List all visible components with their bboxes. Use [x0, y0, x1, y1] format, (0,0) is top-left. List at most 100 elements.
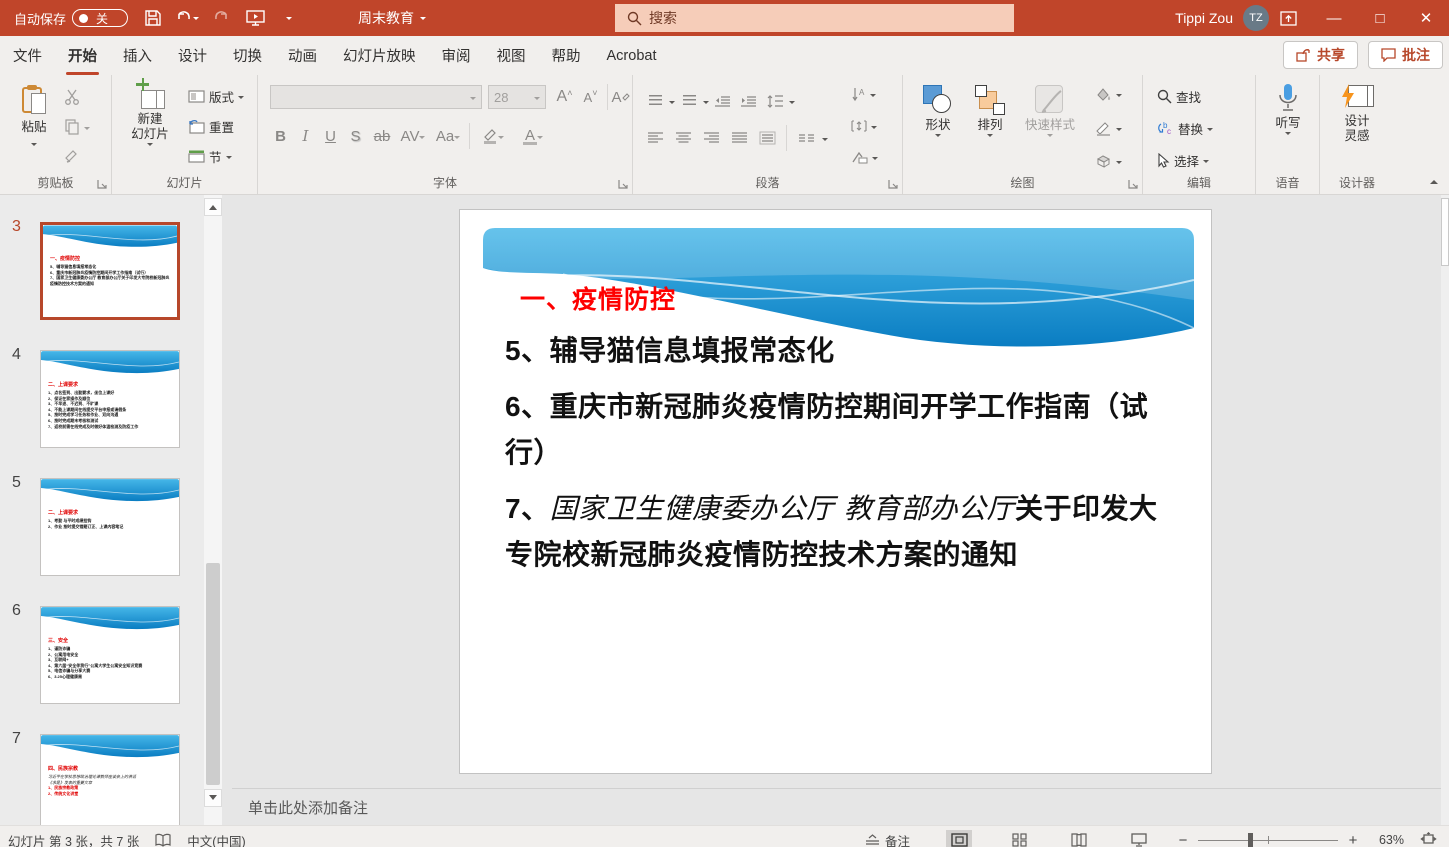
- slide-thumbnail-5[interactable]: 二、上课要求 1、考勤 与平时成绩挂钩 2、作业 按时提交错题订正、上课内容笔记: [40, 478, 180, 576]
- layout-button[interactable]: 版式: [188, 87, 244, 106]
- tab-insert[interactable]: 插入: [111, 36, 164, 75]
- reset-button[interactable]: 重置: [188, 117, 234, 136]
- align-left-button[interactable]: [643, 126, 667, 150]
- autosave-control[interactable]: 自动保存 关: [0, 0, 136, 36]
- find-button[interactable]: 查找: [1157, 87, 1201, 106]
- dictate-button[interactable]: 听写: [1264, 83, 1312, 138]
- italic-button[interactable]: I: [293, 124, 318, 148]
- spellcheck-book-icon[interactable]: [155, 833, 171, 847]
- clipboard-dialog-launcher[interactable]: [96, 178, 108, 190]
- slide-canvas[interactable]: 一、疫情防控 5、辅导猫信息填报常态化 6、重庆市新冠肺炎疫情防控期间开学工作指…: [460, 210, 1211, 773]
- character-spacing-button[interactable]: AV: [396, 124, 430, 148]
- tab-file[interactable]: 文件: [1, 36, 54, 75]
- align-text-button[interactable]: [851, 119, 877, 133]
- align-right-button[interactable]: [699, 126, 723, 150]
- line-spacing-button[interactable]: [763, 89, 787, 113]
- shrink-font-button[interactable]: A˅: [578, 85, 603, 109]
- scroll-down-button[interactable]: [204, 789, 222, 807]
- clear-formatting-button[interactable]: A: [608, 85, 633, 109]
- zoom-slider[interactable]: [1198, 830, 1338, 847]
- start-slideshow-button[interactable]: [238, 0, 272, 36]
- thumbnail-scrollbar[interactable]: [204, 195, 222, 825]
- tab-view[interactable]: 视图: [485, 36, 538, 75]
- paste-button[interactable]: 粘贴: [12, 85, 56, 149]
- ribbon-display-options-button[interactable]: [1265, 0, 1311, 36]
- comments-button[interactable]: 批注: [1368, 41, 1443, 69]
- format-painter-button[interactable]: [64, 149, 80, 165]
- underline-button[interactable]: U: [318, 124, 343, 148]
- copy-button[interactable]: [64, 119, 90, 135]
- text-shadow-button[interactable]: S: [343, 124, 368, 148]
- zoom-in-button[interactable]: +: [1346, 832, 1360, 847]
- font-size-combo[interactable]: 28: [488, 85, 546, 109]
- fit-to-window-button[interactable]: [1412, 832, 1445, 847]
- undo-button[interactable]: [170, 0, 204, 36]
- columns-button[interactable]: [794, 126, 818, 150]
- bullets-button[interactable]: [643, 89, 667, 113]
- select-button[interactable]: 选择: [1157, 151, 1209, 170]
- font-dialog-launcher[interactable]: [617, 178, 629, 190]
- distribute-button[interactable]: [755, 126, 779, 150]
- increase-indent-button[interactable]: [737, 89, 761, 113]
- scrollbar-thumb[interactable]: [206, 563, 220, 785]
- document-title[interactable]: 周末教育: [358, 8, 426, 28]
- tab-home[interactable]: 开始: [56, 36, 109, 75]
- zoom-out-button[interactable]: −: [1176, 832, 1190, 847]
- font-color-button[interactable]: A: [513, 124, 553, 148]
- shape-effects-button[interactable]: [1095, 155, 1122, 168]
- justify-button[interactable]: [727, 126, 751, 150]
- zoom-level[interactable]: 63%: [1368, 833, 1404, 847]
- tab-slideshow[interactable]: 幻灯片放映: [331, 36, 428, 75]
- slide-thumbnail-7[interactable]: 四、民族宗教 习近平在学校思想政治理论课教师座谈会上的讲话 《求是》发表的重要文…: [40, 734, 180, 825]
- strikethrough-button[interactable]: ab: [368, 124, 396, 148]
- slide-sorter-view-button[interactable]: [1006, 830, 1032, 847]
- tab-help[interactable]: 帮助: [540, 36, 593, 75]
- scroll-up-button[interactable]: [204, 198, 222, 216]
- collapse-ribbon-button[interactable]: [1427, 178, 1441, 190]
- cut-button[interactable]: [64, 89, 80, 105]
- design-ideas-button[interactable]: 设计灵感: [1330, 83, 1384, 144]
- customize-qat-button[interactable]: [272, 0, 306, 36]
- shape-outline-button[interactable]: [1095, 121, 1122, 136]
- slide-title[interactable]: 一、疫情防控: [520, 280, 676, 316]
- autosave-toggle[interactable]: 关: [72, 9, 128, 27]
- scrollbar-thumb[interactable]: [1441, 198, 1449, 266]
- language-indicator[interactable]: 中文(中国): [187, 831, 245, 847]
- zoom-slider-thumb[interactable]: [1248, 833, 1253, 847]
- tab-acrobat[interactable]: Acrobat: [595, 36, 669, 75]
- redo-button[interactable]: [204, 0, 238, 36]
- tab-design[interactable]: 设计: [166, 36, 219, 75]
- normal-view-button[interactable]: [946, 830, 972, 847]
- change-case-button[interactable]: Aa: [430, 124, 466, 148]
- shape-fill-button[interactable]: [1095, 87, 1122, 102]
- new-slide-button[interactable]: 新建幻灯片: [122, 83, 178, 149]
- decrease-indent-button[interactable]: [711, 89, 735, 113]
- close-button[interactable]: ✕: [1403, 0, 1449, 36]
- shapes-button[interactable]: 形状: [915, 85, 961, 140]
- text-direction-button[interactable]: A: [851, 87, 876, 102]
- arrange-button[interactable]: 排列: [967, 85, 1013, 140]
- notes-toggle-button[interactable]: 备注: [865, 831, 910, 847]
- slide-thumbnail-3[interactable]: 一、疫情防控 5、辅导猫信息填报常态化 6、重庆市新冠肺炎疫情防控期间开学工作指…: [40, 222, 180, 320]
- drawing-dialog-launcher[interactable]: [1127, 178, 1139, 190]
- highlight-button[interactable]: [473, 124, 513, 148]
- replace-button[interactable]: bc 替换: [1157, 119, 1213, 138]
- minimize-button[interactable]: —: [1311, 0, 1357, 36]
- paragraph-dialog-launcher[interactable]: [887, 178, 899, 190]
- quick-styles-button[interactable]: 快速样式: [1019, 85, 1081, 140]
- slide-body-text[interactable]: 5、辅导猫信息填报常态化 6、重庆市新冠肺炎疫情防控期间开学工作指南（试行） 7…: [505, 328, 1163, 588]
- section-button[interactable]: 节: [188, 147, 232, 166]
- slide-thumbnail-4[interactable]: 二、上课要求 1、点名签到、出勤要求，坐位上课好 2、保证在家操作及顺位 3、不…: [40, 350, 180, 448]
- slideshow-view-button[interactable]: [1126, 830, 1152, 847]
- share-button[interactable]: 共享: [1283, 41, 1358, 69]
- grow-font-button[interactable]: A˄: [552, 85, 577, 109]
- bold-button[interactable]: B: [268, 124, 293, 148]
- notes-pane[interactable]: 单击此处添加备注: [232, 789, 1441, 825]
- notes-placeholder[interactable]: 单击此处添加备注: [232, 797, 368, 818]
- search-input[interactable]: 搜索: [615, 4, 1014, 32]
- font-name-combo[interactable]: [270, 85, 482, 109]
- slide-thumbnail-6[interactable]: 三、安全 1、谨防诈骗 2、公寓用电安全 3、互联网+ 4、第六届“安全伴我行”…: [40, 606, 180, 704]
- numbering-button[interactable]: [677, 89, 701, 113]
- account-area[interactable]: Tippi Zou TZ: [1175, 0, 1269, 36]
- align-center-button[interactable]: [671, 126, 695, 150]
